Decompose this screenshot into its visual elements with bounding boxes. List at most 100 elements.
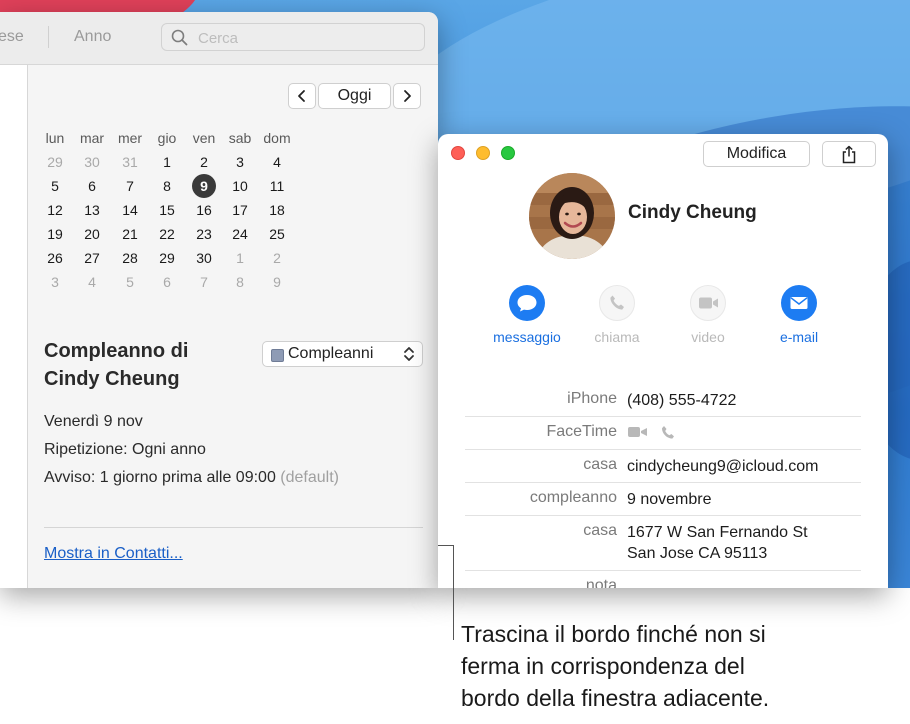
calendar-day[interactable]: 9 [259, 271, 295, 293]
calendar-main-view-edge [0, 65, 28, 588]
email-address[interactable]: cindycheung9@icloud.com [627, 456, 818, 477]
search-field[interactable] [161, 23, 425, 51]
search-input[interactable] [196, 27, 420, 49]
callout-line: ferma in corrispondenza del [461, 653, 745, 679]
weekday-label: dom [263, 130, 291, 146]
calendar-select[interactable]: Compleanni [262, 341, 423, 367]
search-icon [171, 29, 188, 46]
calendar-day[interactable]: 23 [186, 223, 222, 245]
event-alert-default: (default) [280, 469, 339, 486]
calendar-day[interactable]: 8 [222, 271, 258, 293]
calendar-day[interactable]: 6 [74, 175, 110, 197]
event-date: Venerdì 9 nov [44, 413, 143, 430]
video-camera-icon [690, 285, 726, 321]
calendar-day[interactable]: 12 [37, 199, 73, 221]
address-value[interactable]: 1677 W San Fernando St San Jose CA 95113 [627, 522, 808, 564]
calendar-day[interactable]: 31 [112, 151, 148, 173]
message-action[interactable]: messaggio [487, 285, 567, 345]
calendar-day[interactable]: 5 [112, 271, 148, 293]
calendar-day[interactable]: 4 [74, 271, 110, 293]
calendar-day[interactable]: 17 [222, 199, 258, 221]
share-icon [842, 145, 856, 163]
chevron-right-icon [404, 90, 411, 102]
calendar-day[interactable]: 15 [149, 199, 185, 221]
field-label: casa [583, 456, 617, 473]
callout-leader [438, 545, 454, 546]
calendar-day[interactable]: 14 [112, 199, 148, 221]
video-action[interactable]: video [668, 285, 748, 345]
calendar-day[interactable]: 28 [112, 247, 148, 269]
close-button[interactable] [451, 146, 465, 160]
calendar-day[interactable]: 7 [186, 271, 222, 293]
calendar-day[interactable]: 26 [37, 247, 73, 269]
calendar-day[interactable]: 13 [74, 199, 110, 221]
calendar-day[interactable]: 3 [222, 151, 258, 173]
show-in-contacts-link[interactable]: Mostra in Contatti... [44, 545, 183, 563]
message-bubble-icon [509, 285, 545, 321]
calendar-color-swatch [271, 349, 284, 362]
calendar-select-label: Compleanni [288, 345, 374, 362]
calendar-day[interactable]: 2 [186, 151, 222, 173]
email-action[interactable]: e-mail [759, 285, 839, 345]
next-month-button[interactable] [393, 83, 421, 109]
address-line: San Jose CA 95113 [627, 545, 768, 562]
calendar-day[interactable]: 19 [37, 223, 73, 245]
calendar-day[interactable]: 4 [259, 151, 295, 173]
calendar-day[interactable]: 1 [222, 247, 258, 269]
calendar-day[interactable]: 22 [149, 223, 185, 245]
event-alert: Avviso: 1 giorno prima alle 09:00 (defau… [44, 469, 339, 487]
calendar-day[interactable]: 1 [149, 151, 185, 173]
previous-month-button[interactable] [288, 83, 316, 109]
action-label: chiama [594, 329, 640, 345]
selected-day[interactable]: 9 [186, 175, 222, 197]
calendar-day[interactable]: 24 [222, 223, 258, 245]
calendar-day[interactable]: 25 [259, 223, 295, 245]
calendar-day[interactable]: 10 [222, 175, 258, 197]
event-repeat: Ripetizione: Ogni anno [44, 441, 206, 458]
edit-button[interactable]: Modifica [703, 141, 810, 167]
avatar [529, 173, 615, 259]
address-line: 1677 W San Fernando St [627, 524, 808, 541]
callout-text: Trascina il bordo finché non si ferma in… [461, 618, 901, 714]
calendar-day[interactable]: 2 [259, 247, 295, 269]
calendar-day[interactable]: 8 [149, 175, 185, 197]
row-divider [465, 449, 861, 450]
calendar-day[interactable]: 21 [112, 223, 148, 245]
share-button[interactable] [822, 141, 876, 167]
calendar-day[interactable]: 7 [112, 175, 148, 197]
field-label: nota [585, 577, 617, 588]
calendar-day[interactable]: 20 [74, 223, 110, 245]
calendar-day[interactable]: 27 [74, 247, 110, 269]
calendar-day[interactable]: 6 [149, 271, 185, 293]
calendar-day[interactable]: 16 [186, 199, 222, 221]
facetime-audio-icon[interactable] [659, 424, 679, 440]
chevron-up-down-icon [404, 347, 414, 361]
contact-name: Cindy Cheung [628, 202, 757, 223]
today-button[interactable]: Oggi [318, 83, 391, 109]
birthday-value: 9 novembre [627, 491, 712, 508]
contact-photo [529, 173, 615, 259]
chevron-left-icon [298, 90, 305, 102]
field-label: iPhone [567, 390, 617, 407]
row-divider [465, 416, 861, 417]
calendar-day[interactable]: 3 [37, 271, 73, 293]
calendar-day[interactable]: 18 [259, 199, 295, 221]
facetime-video-icon[interactable] [627, 424, 649, 440]
action-label: messaggio [493, 329, 561, 345]
calendar-day[interactable]: 29 [149, 247, 185, 269]
calendar-day[interactable]: 30 [74, 151, 110, 173]
calendar-day[interactable]: 5 [37, 175, 73, 197]
zoom-button[interactable] [501, 146, 515, 160]
calendar-day[interactable]: 29 [37, 151, 73, 173]
tab-month[interactable]: ese [0, 28, 24, 46]
calendar-day[interactable]: 11 [259, 175, 295, 197]
tab-year[interactable]: Anno [74, 28, 111, 46]
event-title: Compleanno di Cindy Cheung [44, 337, 264, 393]
minimize-button[interactable] [476, 146, 490, 160]
weekday-label: gio [157, 130, 177, 146]
event-alert-text: Avviso: 1 giorno prima alle 09:00 [44, 469, 276, 486]
phone-number[interactable]: (408) 555-4722 [627, 390, 736, 411]
calendar-day[interactable]: 30 [186, 247, 222, 269]
call-action[interactable]: chiama [577, 285, 657, 345]
row-divider [465, 570, 861, 571]
